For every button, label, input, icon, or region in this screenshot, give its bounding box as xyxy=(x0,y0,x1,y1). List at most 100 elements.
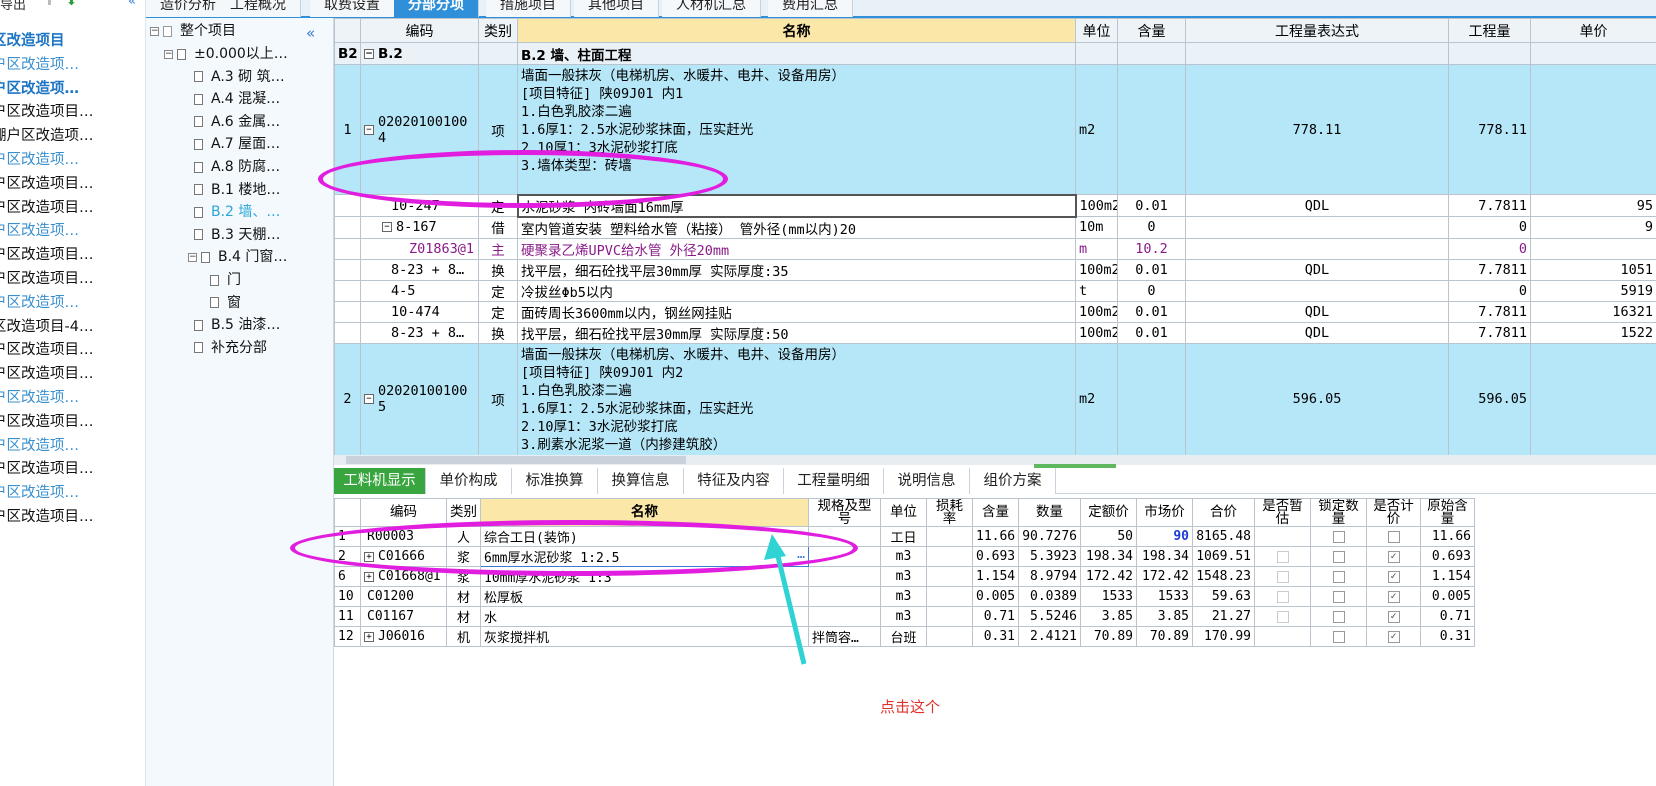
grid-cell[interactable] xyxy=(1448,42,1531,65)
horizontal-scrollbar[interactable] xyxy=(334,455,1656,465)
resource-code-cell[interactable]: C01167 xyxy=(360,606,447,627)
grid-cell[interactable]: 10 xyxy=(334,586,361,607)
resource-row[interactable]: 12 + J06016 机灰浆搅拌机 拌筒容… 台班 0.31 2.4121 70.89 70.8… xyxy=(334,626,1475,647)
grid-cell[interactable]: 90 xyxy=(1136,526,1193,547)
grid-cell[interactable] xyxy=(1117,42,1186,65)
resource-row[interactable]: 11 C01167 材水 m3 0.71 5.5246 3.85 3.85 21.27 ✓ 0.71 xyxy=(334,606,1475,627)
bottom-tab[interactable]: 单价构成 xyxy=(426,468,512,494)
lock-cell[interactable] xyxy=(1310,606,1367,627)
tree-node[interactable]: A.7 屋面… xyxy=(188,133,280,156)
grid-cell[interactable]: 778.11 xyxy=(1185,64,1449,195)
lock-checkbox[interactable] xyxy=(1332,530,1345,543)
project-list-item[interactable]: 户区改造项目… xyxy=(0,197,145,221)
column-header[interactable]: 工程量表达式 xyxy=(1185,18,1449,43)
grid-cell[interactable] xyxy=(334,194,361,217)
grid-cell[interactable]: 1069.51 xyxy=(1192,546,1255,567)
grid-cell[interactable]: 0.01 xyxy=(1117,321,1186,344)
grid-cell[interactable] xyxy=(334,216,361,239)
lock-cell[interactable] xyxy=(1310,586,1367,607)
top-tab[interactable]: 费用汇总 xyxy=(768,0,853,17)
grid-cell[interactable] xyxy=(1530,64,1656,195)
grid-cell[interactable]: 7.7811 xyxy=(1448,300,1531,323)
grid-cell[interactable]: 170.99 xyxy=(1192,626,1255,647)
collapse-toggle-icon[interactable]: − xyxy=(382,222,392,233)
grid-cell[interactable]: 机 xyxy=(446,626,481,647)
lock-checkbox[interactable] xyxy=(1332,590,1345,603)
move-down-icon[interactable]: ⬇ xyxy=(66,0,77,9)
column-header[interactable]: 名称 xyxy=(517,18,1076,43)
project-list-item[interactable]: 户区改造项目… xyxy=(0,411,145,435)
project-list-item[interactable]: 户区改造项… xyxy=(0,220,145,244)
provisional-cell[interactable] xyxy=(1254,586,1311,607)
grid-cell[interactable]: 1051 xyxy=(1530,258,1656,281)
grid-cell[interactable]: 项 xyxy=(478,342,518,456)
grid-cell[interactable]: B2 xyxy=(334,42,361,65)
grid-cell[interactable]: 7.7811 xyxy=(1448,194,1531,217)
grid-cell[interactable]: m2 xyxy=(1075,342,1118,456)
grid-cell[interactable]: 0.71 xyxy=(1420,606,1475,627)
column-header[interactable]: 含量 xyxy=(972,498,1019,527)
grid-cell[interactable] xyxy=(926,586,973,607)
collapse-toggle-icon[interactable]: − xyxy=(364,394,374,404)
grid-cell[interactable]: 工日 xyxy=(880,526,927,547)
collapse-toggle-icon[interactable]: − xyxy=(188,252,197,262)
grid-cell[interactable]: 0.693 xyxy=(1420,546,1475,567)
tree-node[interactable]: − ±0.000以上… xyxy=(164,43,288,66)
tree-node[interactable]: A.6 金属… xyxy=(188,111,280,134)
column-header[interactable]: 工程量 xyxy=(1448,18,1531,43)
grid-cell[interactable] xyxy=(1530,237,1656,260)
grid-cell[interactable]: 0.0389 xyxy=(1018,586,1081,607)
column-header[interactable]: 类别 xyxy=(478,18,518,43)
column-header[interactable]: 数量 xyxy=(1018,498,1081,527)
project-list-item[interactable]: 户区改造项目… xyxy=(0,244,145,268)
grid-cell[interactable] xyxy=(1185,216,1449,239)
grid-cell[interactable]: 5919 xyxy=(1530,279,1656,302)
provisional-checkbox[interactable] xyxy=(1276,550,1289,563)
grid-cell[interactable]: 0 xyxy=(1448,216,1531,239)
quota-name-cell[interactable]: 冷拔丝Φb5以内 xyxy=(517,279,1076,302)
grid-cell[interactable]: 0.01 xyxy=(1117,300,1186,323)
grid-cell[interactable]: QDL xyxy=(1185,300,1449,323)
provisional-cell[interactable] xyxy=(1254,546,1311,567)
grid-cell[interactable]: 100m2 xyxy=(1075,194,1118,217)
grid-cell[interactable]: 7.7811 xyxy=(1448,258,1531,281)
project-list-item[interactable]: 户区改造项目… xyxy=(0,101,145,125)
project-list-item[interactable]: 户区改造项… xyxy=(0,292,145,316)
grid-cell[interactable]: 596.05 xyxy=(1185,342,1449,456)
priced-cell[interactable]: ✓ xyxy=(1366,626,1421,647)
resource-row[interactable]: 10 C01200 材松厚板 m3 0.005 0.0389 1533 1533 59.63 ✓ 0… xyxy=(334,586,1475,607)
tree-node[interactable]: A.3 砌 筑… xyxy=(188,66,285,89)
project-list-item[interactable]: 户区改造项… xyxy=(0,482,145,506)
grid-cell[interactable]: 5.3923 xyxy=(1018,546,1081,567)
grid-cell[interactable]: 2 xyxy=(334,342,361,456)
column-header[interactable]: 市场价 xyxy=(1136,498,1193,527)
item-code-cell[interactable]: −020201001005 xyxy=(360,342,479,456)
lock-checkbox[interactable] xyxy=(1332,550,1345,563)
quota-name-cell[interactable]: 室内管道安装 塑料给水管（粘接） 管外径(mm以内)20 xyxy=(517,216,1076,239)
grid-cell[interactable]: 7.7811 xyxy=(1448,321,1531,344)
project-list-item[interactable]: 户区改造项目… xyxy=(0,268,145,292)
grid-cell[interactable] xyxy=(334,279,361,302)
lock-checkbox[interactable] xyxy=(1332,570,1345,583)
grid-cell[interactable]: 95 xyxy=(1530,194,1656,217)
resource-code-cell[interactable]: C01200 xyxy=(360,586,447,607)
grid-cell[interactable]: 1.154 xyxy=(1420,566,1475,587)
bottom-tab[interactable]: 特征及内容 xyxy=(684,468,784,494)
project-list-item[interactable]: 棚户区改造项… xyxy=(0,125,145,149)
grid-cell[interactable] xyxy=(334,300,361,323)
quota-code-cell[interactable]: 4-5 xyxy=(360,279,479,302)
bottom-tab[interactable]: 说明信息 xyxy=(884,468,970,494)
grid-cell[interactable]: − B.2 xyxy=(360,42,479,65)
priced-cell[interactable]: ✓ xyxy=(1366,586,1421,607)
lock-checkbox[interactable] xyxy=(1332,610,1345,623)
grid-cell[interactable]: 0.693 xyxy=(972,546,1019,567)
grid-cell[interactable]: 50 xyxy=(1080,526,1137,547)
provisional-cell[interactable] xyxy=(1254,566,1311,587)
grid-cell[interactable]: 0.01 xyxy=(1117,258,1186,281)
column-header[interactable]: 是否暂估 xyxy=(1254,498,1311,527)
grid-cell[interactable]: 1533 xyxy=(1136,586,1193,607)
grid-cell[interactable]: 778.11 xyxy=(1448,64,1531,195)
column-header[interactable]: 编码 xyxy=(360,498,447,527)
grid-cell[interactable] xyxy=(926,526,973,547)
column-header[interactable]: 含量 xyxy=(1117,18,1186,43)
